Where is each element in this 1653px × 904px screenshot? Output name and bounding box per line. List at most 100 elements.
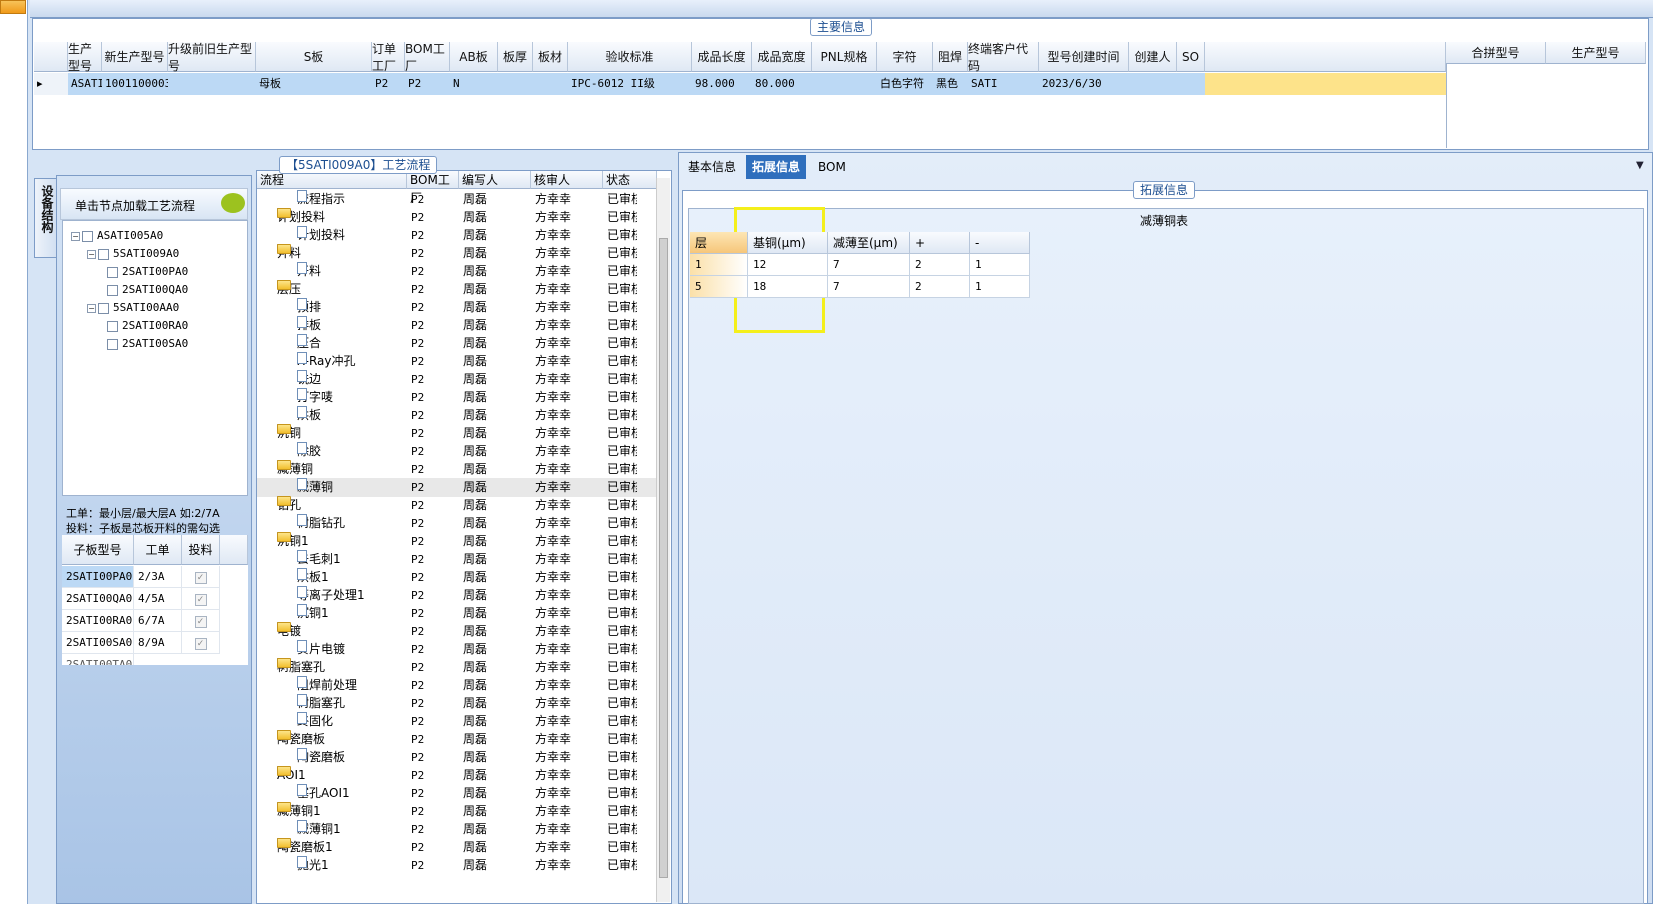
process-row[interactable]: −陶瓷磨板1 P2 周磊 方幸幸 已审核 xyxy=(257,838,657,857)
main-col-header[interactable]: PNL规格 xyxy=(812,42,877,72)
process-row[interactable]: −减薄铜1 P2 周磊 方幸幸 已审核 xyxy=(257,802,657,821)
process-row[interactable]: 减薄铜1 P2 周磊 方幸幸 已审核 xyxy=(257,820,657,839)
main-cell[interactable] xyxy=(498,73,533,95)
tab-dropdown-icon[interactable]: ▼ xyxy=(1636,160,1644,171)
process-row[interactable]: −电镀 P2 周磊 方幸幸 已审核 xyxy=(257,622,657,641)
process-row[interactable]: 减薄铜 P2 周磊 方幸幸 已审核 xyxy=(257,478,657,497)
process-row[interactable]: 阻焊前处理 P2 周磊 方幸幸 已审核 xyxy=(257,676,657,695)
process-row[interactable]: 预排 P2 周磊 方幸幸 已审核 xyxy=(257,298,657,317)
main-col-header[interactable]: AB板 xyxy=(450,42,498,72)
sub-row-order[interactable]: 2/3A xyxy=(134,566,182,588)
main-col-header[interactable]: SO xyxy=(1177,42,1205,72)
tree-node[interactable]: 2SATI00PA0 xyxy=(107,265,188,278)
tree-node[interactable]: − ASATI005A0 xyxy=(71,229,163,242)
sub-row-model[interactable]: 2SATI00PA0 xyxy=(62,566,134,588)
process-row[interactable]: −沉铜1 P2 周磊 方幸幸 已审核 xyxy=(257,532,657,551)
sub-row-partial[interactable]: 2SATI00TA0 xyxy=(62,654,134,665)
process-row[interactable]: X-Ray冲孔 P2 周磊 方幸幸 已审核 xyxy=(257,352,657,371)
tree-checkbox[interactable] xyxy=(107,284,118,296)
thinning-col-header[interactable]: 减薄至(μm) xyxy=(828,232,910,254)
main-col-header[interactable]: 终端客户代码 xyxy=(968,42,1039,73)
tree-expander[interactable]: − xyxy=(87,249,96,259)
sub-row-feed[interactable]: ✓ xyxy=(182,632,220,654)
sub-col-header[interactable]: 工单 xyxy=(134,535,182,565)
main-cell[interactable]: 80.000 xyxy=(752,73,812,95)
thinning-cell[interactable]: 5 xyxy=(690,276,748,298)
process-col-header[interactable]: 核审人 xyxy=(531,171,603,189)
sub-row-order[interactable]: 8/9A xyxy=(134,632,182,654)
process-row[interactable]: 抛光1 P2 周磊 方幸幸 已审核 xyxy=(257,856,657,875)
process-row[interactable]: 铣边 P2 周磊 方幸幸 已审核 xyxy=(257,370,657,389)
main-col-header[interactable]: 新生产型号 xyxy=(102,42,168,72)
process-row[interactable]: 等离子处理1 P2 周磊 方幸幸 已审核 xyxy=(257,586,657,605)
sub-row-model[interactable]: 2SATI00QA0 xyxy=(62,588,134,610)
thinning-cell[interactable]: 2 xyxy=(910,254,970,276)
merge-col-header[interactable]: 合拼型号 xyxy=(1446,42,1546,64)
tree-checkbox[interactable] xyxy=(107,338,118,350)
main-cell[interactable]: 98.000 xyxy=(692,73,752,95)
main-cell[interactable]: SATI xyxy=(968,73,1039,95)
main-col-header[interactable]: 订单工厂 xyxy=(372,42,405,73)
process-row[interactable]: 陶瓷磨板 P2 周磊 方幸幸 已审核 xyxy=(257,748,657,767)
main-col-header[interactable]: 字符 xyxy=(877,42,933,72)
main-col-header[interactable]: 成品长度 xyxy=(692,42,752,72)
tab-bom[interactable]: BOM xyxy=(812,155,852,179)
merge-col-header[interactable]: 生产型号 xyxy=(1546,42,1646,64)
tree-checkbox[interactable] xyxy=(82,230,93,242)
main-col-header[interactable]: 阻焊 xyxy=(933,42,968,72)
process-row[interactable]: −计划投料 P2 周磊 方幸幸 已审核 xyxy=(257,208,657,227)
process-row[interactable]: −沉铜 P2 周磊 方幸幸 已审核 xyxy=(257,424,657,443)
main-col-header[interactable]: 成品宽度 xyxy=(752,42,812,72)
tree-expander[interactable]: − xyxy=(87,303,96,313)
thinning-col-header[interactable]: 基铜(μm) xyxy=(748,232,828,254)
process-row[interactable]: −AOI1 P2 周磊 方幸幸 已审核 xyxy=(257,766,657,785)
process-row[interactable]: 流程指示 P2 周磊 方幸幸 已审核 xyxy=(257,190,657,209)
main-cell[interactable]: ASATI005A0 xyxy=(68,73,102,95)
tree-checkbox[interactable] xyxy=(98,248,109,260)
tree-node[interactable]: 2SATI00RA0 xyxy=(107,319,188,332)
tree-checkbox[interactable] xyxy=(98,302,109,314)
process-row[interactable]: 计划投料 P2 周磊 方幸幸 已审核 xyxy=(257,226,657,245)
tree-checkbox[interactable] xyxy=(107,266,118,278)
thinning-cell[interactable]: 7 xyxy=(828,276,910,298)
main-cell[interactable] xyxy=(812,73,877,95)
main-col-header[interactable]: 验收标准 xyxy=(568,42,692,72)
main-cell[interactable] xyxy=(533,73,568,95)
sub-row-order[interactable]: 4/5A xyxy=(134,588,182,610)
tree-node[interactable]: 2SATI00QA0 xyxy=(107,283,188,296)
tree-node[interactable]: − 5SATI00AA0 xyxy=(87,301,179,314)
process-row[interactable]: 压合 P2 周磊 方幸幸 已审核 xyxy=(257,334,657,353)
main-col-header[interactable]: 板厚 xyxy=(498,42,533,72)
process-row[interactable]: 去毛刺1 P2 周磊 方幸幸 已审核 xyxy=(257,550,657,569)
process-row[interactable]: −树脂塞孔 P2 周磊 方幸幸 已审核 xyxy=(257,658,657,677)
process-col-header[interactable]: 状态 xyxy=(603,171,657,189)
process-row[interactable]: 烘板 P2 周磊 方幸幸 已审核 xyxy=(257,406,657,425)
feed-checkbox[interactable]: ✓ xyxy=(194,638,207,650)
thinning-cell[interactable]: 1 xyxy=(690,254,748,276)
thinning-col-header[interactable]: - xyxy=(970,232,1030,254)
process-row[interactable]: 终固化 P2 周磊 方幸幸 已审核 xyxy=(257,712,657,731)
tree-checkbox[interactable] xyxy=(107,320,118,332)
thinning-cell[interactable]: 18 xyxy=(748,276,828,298)
main-cell[interactable] xyxy=(1129,73,1177,95)
main-cell[interactable]: 母板 xyxy=(256,73,372,95)
orange-edge-button[interactable] xyxy=(0,0,26,14)
process-row[interactable]: −钻孔 P2 周磊 方幸幸 已审核 xyxy=(257,496,657,515)
thinning-cell[interactable]: 1 xyxy=(970,254,1030,276)
main-col-header[interactable]: 型号创建时间 xyxy=(1039,42,1129,72)
main-cell[interactable] xyxy=(1177,73,1205,95)
tab-basic-info[interactable]: 基本信息 xyxy=(682,155,742,179)
main-cell[interactable]: 2023/6/30 xyxy=(1039,73,1129,95)
main-col-header[interactable]: 升级前旧生产型号 xyxy=(168,42,256,73)
feed-checkbox[interactable]: ✓ xyxy=(194,616,207,628)
process-row[interactable]: −开料 P2 周磊 方幸幸 已审核 xyxy=(257,244,657,263)
process-row[interactable]: 树脂钻孔 P2 周磊 方幸幸 已审核 xyxy=(257,514,657,533)
process-scrollbar[interactable] xyxy=(656,178,670,902)
process-row[interactable]: 沉铜1 P2 周磊 方幸幸 已审核 xyxy=(257,604,657,623)
main-col-header[interactable]: 板材 xyxy=(533,42,568,72)
main-col-header[interactable]: BOM工厂 xyxy=(405,42,450,73)
main-cell[interactable]: 10011000039584 xyxy=(102,73,168,95)
process-row[interactable]: −层压 P2 周磊 方幸幸 已审核 xyxy=(257,280,657,299)
tree-node[interactable]: − 5SATI009A0 xyxy=(87,247,179,260)
process-row[interactable]: 打字唛 P2 周磊 方幸幸 已审核 xyxy=(257,388,657,407)
